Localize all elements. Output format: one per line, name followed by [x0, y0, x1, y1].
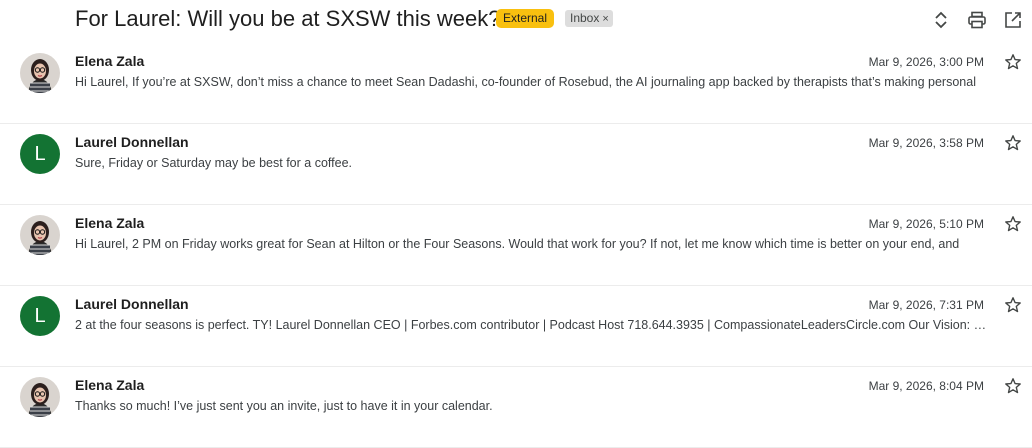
external-label: External [496, 9, 555, 28]
sender-name: Laurel Donnellan [75, 296, 189, 312]
star-icon[interactable] [1004, 215, 1022, 233]
message-snippet: 2 at the four seasons is perfect. TY! La… [75, 318, 987, 332]
sender-name: Laurel Donnellan [75, 134, 189, 150]
avatar [20, 53, 60, 93]
avatar: L [20, 296, 60, 336]
avatar [20, 377, 60, 417]
star-icon[interactable] [1004, 134, 1022, 152]
open-in-new-window-icon[interactable] [1003, 10, 1023, 30]
avatar: L [20, 134, 60, 174]
star-icon[interactable] [1004, 296, 1022, 314]
sender-name: Elena Zala [75, 215, 145, 231]
message-snippet: Thanks so much! I’ve just sent you an in… [75, 399, 493, 413]
thread-subject: For Laurel: Will you be at SXSW this wee… [75, 6, 501, 31]
star-icon[interactable] [1004, 53, 1022, 71]
print-icon[interactable] [967, 10, 987, 30]
inbox-label-text: Inbox [570, 11, 600, 25]
message-date: Mar 9, 2026, 8:04 PM [868, 379, 984, 393]
star-icon[interactable] [1004, 377, 1022, 395]
message-date: Mar 9, 2026, 7:31 PM [868, 298, 984, 312]
message-date: Mar 9, 2026, 3:00 PM [868, 55, 984, 69]
message-snippet: Sure, Friday or Saturday may be best for… [75, 156, 352, 170]
sender-name: Elena Zala [75, 377, 145, 393]
message-row[interactable]: L Laurel Donnellan Sure, Friday or Satur… [0, 124, 1032, 205]
avatar [20, 215, 60, 255]
message-row[interactable]: Elena Zala Hi Laurel, 2 PM on Friday wor… [0, 205, 1032, 286]
message-row[interactable]: Elena Zala Hi Laurel, If you’re at SXSW,… [0, 43, 1032, 124]
thread-header: For Laurel: Will you be at SXSW this wee… [0, 0, 1032, 40]
message-snippet: Hi Laurel, If you’re at SXSW, don’t miss… [75, 75, 976, 89]
sender-name: Elena Zala [75, 53, 145, 69]
message-snippet: Hi Laurel, 2 PM on Friday works great fo… [75, 237, 960, 251]
remove-label-icon[interactable]: × [602, 13, 608, 25]
expand-collapse-icon[interactable] [931, 10, 951, 30]
message-row[interactable]: L Laurel Donnellan 2 at the four seasons… [0, 286, 1032, 367]
inbox-label: Inbox × [565, 10, 613, 27]
message-row[interactable]: Elena Zala Thanks so much! I’ve just sen… [0, 367, 1032, 448]
message-date: Mar 9, 2026, 5:10 PM [868, 217, 984, 231]
message-date: Mar 9, 2026, 3:58 PM [868, 136, 984, 150]
